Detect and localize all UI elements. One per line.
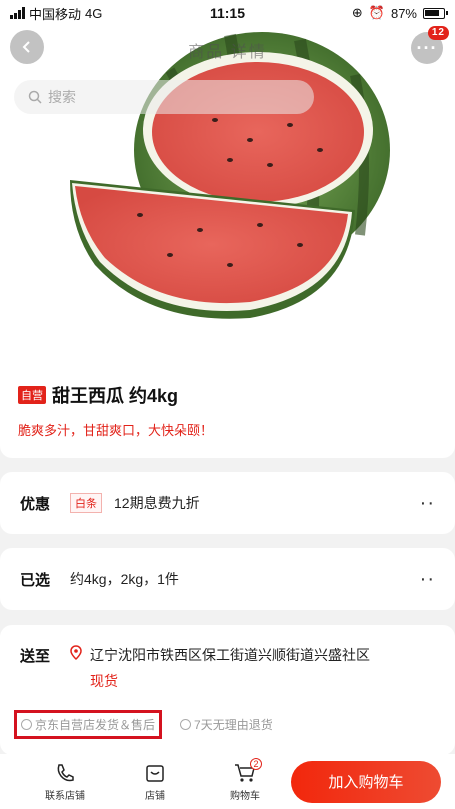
signal-icon: [10, 7, 25, 19]
alarm-icon: ⏰: [368, 5, 385, 20]
self-operated-tag: 自营: [18, 386, 46, 404]
tab-contact-store[interactable]: 联系店铺: [20, 762, 110, 802]
status-bar: 中国移动 4G 11:15 ⊕ ⏰ 87%: [0, 0, 455, 26]
shipping-card[interactable]: 送至 辽宁沈阳市铁西区保工街道兴顺街道兴盛社区 现货 京东自营店发货＆售后 7天…: [0, 625, 455, 755]
check-circle-icon: [21, 719, 32, 730]
tab-store[interactable]: 店铺: [110, 762, 200, 802]
promo-label: 优惠: [20, 495, 51, 513]
search-placeholder: 搜索: [48, 89, 76, 105]
page-title: 商品 详情: [188, 44, 267, 61]
phone-icon: [57, 763, 74, 781]
promo-row[interactable]: 优惠 白条 12期息费九折 ··: [0, 472, 455, 534]
more-dots-icon: ··: [419, 491, 435, 514]
more-dots-icon: ··: [419, 567, 435, 590]
service-jd-fulfillment: 京东自营店发货＆售后: [14, 710, 163, 739]
clock: 11:15: [209, 5, 246, 21]
ship-to-label: 送至: [20, 648, 51, 665]
search-input[interactable]: 搜索: [14, 80, 314, 114]
battery-icon: [423, 7, 448, 19]
battery-percent: 87%: [390, 5, 417, 21]
network-type: 4G: [85, 5, 103, 21]
cart-count-badge: 2: [250, 757, 262, 770]
check-circle-icon: [180, 719, 192, 730]
bottom-action-bar: 联系店铺 店铺 2 购物车 加入购物车: [0, 754, 455, 809]
add-to-cart-button[interactable]: 加入购物车: [291, 760, 441, 803]
selected-spec-text: 约4kg，2kg，1件: [70, 571, 179, 587]
rotation-lock-icon: ⊕: [351, 5, 363, 20]
shipping-address: 辽宁沈阳市铁西区保工街道兴顺街道兴盛社区: [90, 647, 370, 663]
carrier-name: 中国移动: [29, 6, 82, 22]
service-7day-return: 7天无理由退货: [180, 716, 273, 733]
stock-status: 现货: [90, 673, 118, 689]
message-badge: 12: [427, 26, 449, 40]
promo-text: 12期息费九折: [114, 495, 200, 511]
search-icon: [28, 90, 42, 104]
product-subtitle: 脆爽多汁，甘甜爽口，大快朵颐！: [18, 423, 214, 438]
location-pin-icon: [70, 645, 90, 691]
product-info-card: 自营 甜王西瓜 约4kg 脆爽多汁，甘甜爽口，大快朵颐！: [0, 330, 455, 458]
more-button[interactable]: ··· 12: [411, 26, 449, 64]
selected-label: 已选: [20, 571, 51, 589]
selected-spec-row[interactable]: 已选 约4kg，2kg，1件 ··: [0, 548, 455, 610]
tab-cart[interactable]: 2 购物车: [200, 757, 290, 802]
product-title: 甜王西瓜 约4kg: [52, 386, 179, 406]
baitiao-tag: 白条: [70, 493, 102, 513]
store-icon: [146, 764, 164, 782]
more-dots-icon: ···: [416, 37, 438, 58]
